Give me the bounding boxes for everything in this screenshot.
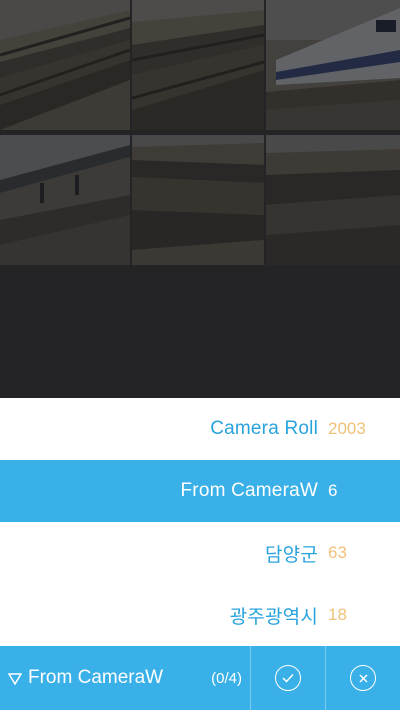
photo-thumbnail[interactable]: [266, 135, 400, 265]
empty-grid-area: [0, 265, 400, 398]
photo-grid: [0, 0, 400, 265]
album-row-gwangju[interactable]: 광주광역시 18: [0, 584, 400, 646]
photo-thumbnail[interactable]: [0, 0, 130, 130]
photo-thumbnail[interactable]: [132, 0, 264, 130]
confirm-button[interactable]: [250, 646, 325, 710]
bottom-bar: From CameraW (0/4): [0, 646, 400, 710]
album-list: Camera Roll 2003 From CameraW 6 담양군 63 광…: [0, 398, 400, 646]
album-name: Camera Roll: [210, 418, 318, 439]
album-row-from-cameraw[interactable]: From CameraW 6: [0, 460, 400, 522]
album-row-camera-roll[interactable]: Camera Roll 2003: [0, 398, 400, 460]
album-count: 18: [328, 605, 347, 624]
selection-count: (0/4): [211, 669, 242, 687]
album-name: 광주광역시: [229, 606, 318, 628]
cancel-button[interactable]: [325, 646, 400, 710]
album-name: From CameraW: [180, 480, 318, 501]
check-circle-icon: [275, 665, 301, 691]
triangle-down-icon: [7, 672, 23, 686]
album-picker-button[interactable]: From CameraW (0/4): [0, 646, 250, 710]
photo-thumbnail[interactable]: [132, 135, 264, 265]
album-name: 담양군: [264, 544, 318, 566]
album-count: 63: [328, 543, 347, 562]
current-album-label: From CameraW: [28, 667, 164, 688]
close-circle-icon: [350, 665, 376, 691]
album-row-damyang[interactable]: 담양군 63: [0, 522, 400, 584]
album-count: 2003: [328, 419, 366, 438]
album-count: 6: [328, 481, 338, 500]
photo-thumbnail[interactable]: [0, 135, 130, 265]
photo-thumbnail[interactable]: [266, 0, 400, 130]
